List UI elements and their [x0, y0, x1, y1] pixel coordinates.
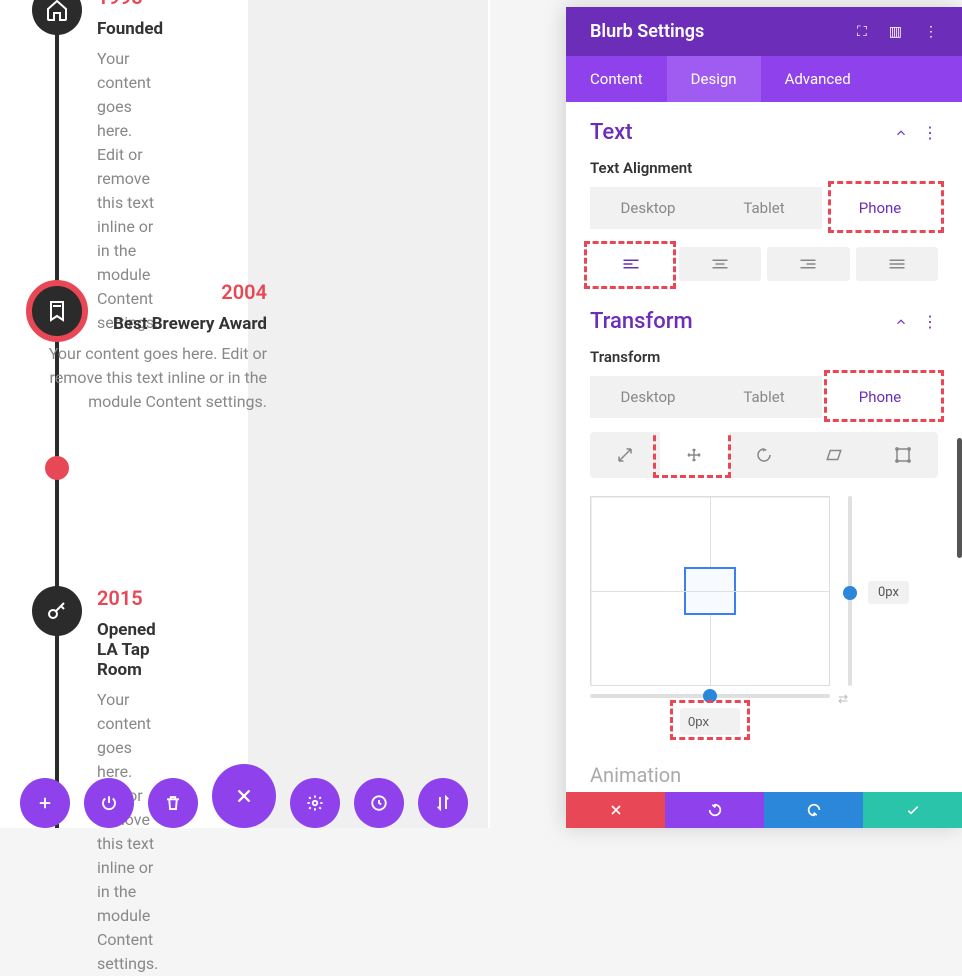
more-icon[interactable]: ⋮ — [922, 123, 938, 142]
device-desktop[interactable]: Desktop — [590, 376, 706, 418]
transform-rotate-button[interactable] — [729, 432, 799, 478]
power-button[interactable] — [84, 778, 134, 828]
align-justify-button[interactable] — [856, 247, 939, 281]
home-icon — [32, 0, 82, 35]
timeline-body: Your content goes here. Edit or remove t… — [97, 688, 158, 976]
expand-icon[interactable]: ⛶ — [857, 24, 867, 40]
align-right-button[interactable] — [767, 247, 850, 281]
transform-skew-button[interactable] — [799, 432, 869, 478]
chevron-up-icon — [894, 126, 908, 140]
y-value: 0px — [868, 581, 909, 604]
timeline-body: Your content goes here. Edit or remove t… — [47, 342, 267, 414]
timeline-year: 1998 — [97, 0, 163, 9]
align-center-button[interactable] — [679, 247, 762, 281]
chevron-up-icon — [894, 315, 908, 329]
history-button[interactable] — [354, 778, 404, 828]
transform-label: Transform — [590, 348, 938, 366]
tab-content[interactable]: Content — [566, 56, 667, 102]
timeline-title: Opened LA Tap Room — [97, 620, 158, 680]
slider-handle[interactable] — [703, 689, 717, 703]
sort-button[interactable] — [418, 778, 468, 828]
settings-button[interactable] — [290, 778, 340, 828]
more-icon[interactable]: ⋮ — [922, 312, 938, 331]
cancel-button[interactable] — [566, 792, 665, 828]
vertical-slider[interactable]: 0px — [848, 496, 852, 686]
horizontal-slider[interactable] — [590, 694, 830, 698]
transform-rect[interactable] — [684, 567, 736, 615]
device-tablet[interactable]: Tablet — [706, 376, 822, 418]
add-button[interactable] — [20, 778, 70, 828]
transform-canvas[interactable] — [590, 496, 830, 686]
redo-button[interactable] — [764, 792, 863, 828]
settings-panel: Blurb Settings ⛶ ▥ ⋮ Content Design Adva… — [566, 7, 962, 828]
delete-button[interactable] — [148, 778, 198, 828]
tab-design[interactable]: Design — [667, 56, 761, 102]
section-transform-header[interactable]: Transform ⋮ — [590, 309, 938, 334]
device-phone[interactable]: Phone — [822, 187, 938, 229]
device-phone[interactable]: Phone — [822, 376, 938, 418]
transform-translate-button[interactable] — [660, 432, 730, 478]
transform-scale-button[interactable] — [590, 432, 660, 478]
responsive-icon[interactable]: ▥ — [889, 24, 902, 40]
timeline-dot — [45, 456, 69, 480]
device-tablet[interactable]: Tablet — [706, 187, 822, 229]
transform-origin-button[interactable] — [868, 432, 938, 478]
x-value-input[interactable] — [680, 708, 740, 735]
key-icon — [32, 586, 82, 636]
align-left-button[interactable] — [590, 247, 673, 281]
section-animation-header[interactable]: Animation — [566, 745, 962, 792]
timeline-title: Founded — [97, 19, 163, 39]
timeline-year: 2015 — [97, 586, 158, 610]
tab-advanced[interactable]: Advanced — [761, 56, 875, 102]
slider-handle[interactable] — [843, 586, 857, 600]
scrollbar[interactable] — [957, 438, 962, 558]
device-desktop[interactable]: Desktop — [590, 187, 706, 229]
section-text-header[interactable]: Text ⋮ — [590, 120, 938, 145]
link-icon[interactable]: ⇄ — [838, 692, 848, 706]
close-button[interactable] — [212, 764, 276, 828]
timeline-title: Best Brewery Award — [47, 314, 267, 334]
text-alignment-label: Text Alignment — [590, 159, 938, 177]
timeline-year: 2004 — [47, 280, 267, 304]
panel-title: Blurb Settings — [590, 21, 704, 42]
undo-button[interactable] — [665, 792, 764, 828]
more-icon[interactable]: ⋮ — [924, 24, 938, 40]
save-button[interactable] — [863, 792, 962, 828]
